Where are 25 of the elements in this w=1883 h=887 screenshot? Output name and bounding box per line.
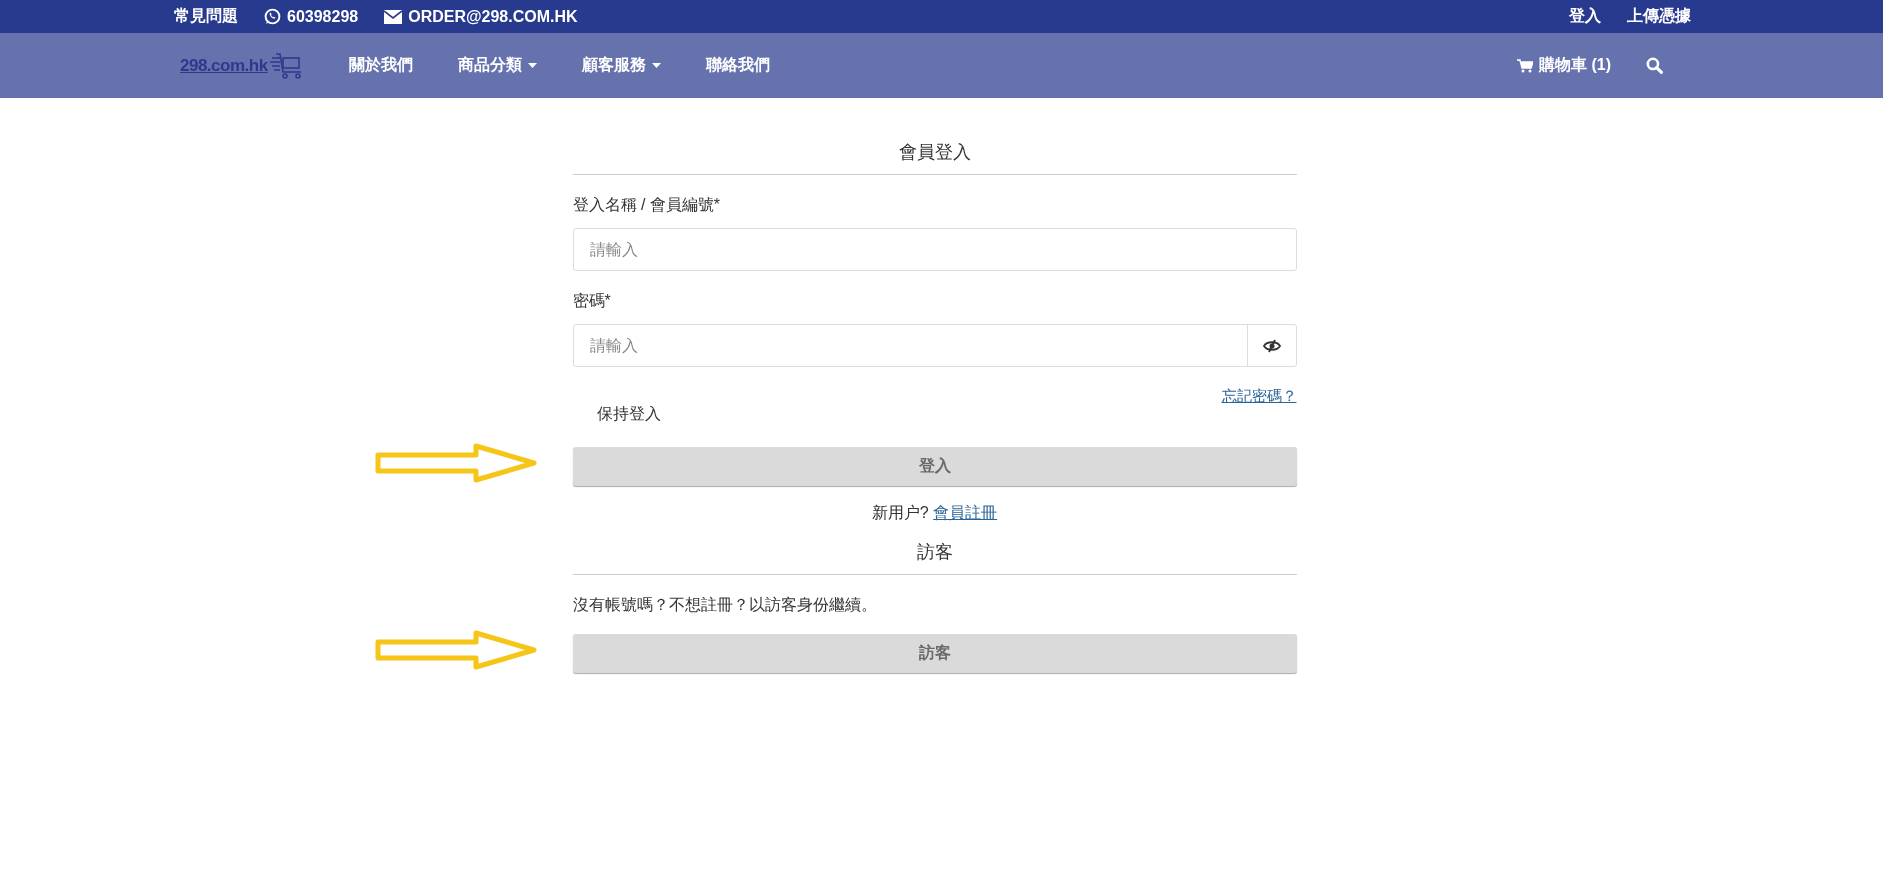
nav-dropdown[interactable]: 顧客服務 [581, 55, 661, 76]
register-link[interactable]: 會員註冊 [933, 504, 998, 521]
email-address: ORDER@298.COM.HK [408, 7, 578, 26]
cart-icon [267, 51, 304, 80]
field-label: 登入名稱 / 會員編號* [572, 195, 722, 215]
guest-description: 沒有帳號嗎？不想註冊？以訪客身份繼續。 [572, 595, 878, 615]
cart-icon [1517, 58, 1533, 73]
nav-link[interactable]: 關於我們 [348, 55, 413, 76]
envelope-icon [384, 9, 403, 24]
faq-link[interactable]: 常見問題 [174, 6, 238, 27]
eye-slash-icon[interactable] [1262, 338, 1281, 353]
section-title: 會員登入 [572, 140, 1297, 175]
register-prompt: 新用户? 會員註冊 [870, 503, 999, 523]
username-field[interactable]: 請輸入 [573, 229, 1296, 270]
top-link[interactable]: 上傳憑據 [1627, 6, 1691, 27]
remember-me-label[interactable]: 保持登入 [572, 404, 1297, 425]
section-title: 訪客 [572, 540, 1297, 575]
nav-link[interactable]: 聯絡我們 [705, 55, 770, 76]
nav-dropdown[interactable]: 商品分類 [457, 55, 537, 76]
cart-link[interactable]: 購物車 (1) [1517, 55, 1611, 76]
phone-number: 60398298 [287, 7, 359, 26]
field-label: 密碼* [572, 291, 612, 311]
search-icon[interactable] [1646, 57, 1663, 74]
forgot-password-link[interactable]: 忘記密碼？ [1221, 387, 1297, 406]
top-link[interactable]: 登入 [1569, 6, 1601, 27]
